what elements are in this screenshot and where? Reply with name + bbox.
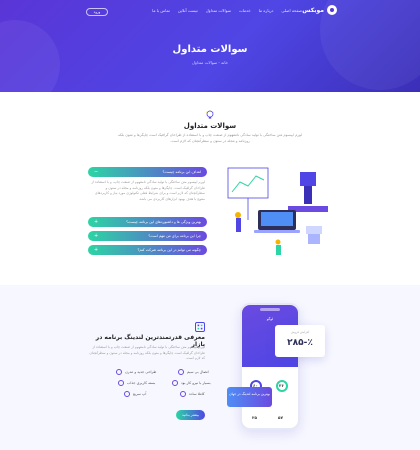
design-icon — [116, 369, 122, 375]
lightbulb-icon — [205, 110, 215, 119]
faq-question: چگونه می توانم در این برنامه شرکت کنم؟ — [137, 248, 201, 252]
faq-answer: لورم ایپسوم متن ساختگی با تولید سادگی نا… — [91, 180, 205, 201]
package-icon — [118, 380, 124, 386]
nav-link-contact[interactable]: تماس با ما — [152, 8, 170, 13]
navbar: موبکس صفحه اصلی درباره ما خدمات سوالات م… — [0, 5, 420, 19]
phone-mockup: لوگو ۶۰ ۳۶ ۲۵ ۵۷ — [240, 303, 300, 430]
minus-icon: − — [94, 169, 99, 175]
feature-section — [0, 285, 420, 450]
nav-menu: صفحه اصلی درباره ما خدمات سوالات متداول … — [152, 8, 302, 13]
nav-link-faq[interactable]: سوالات متداول — [206, 8, 231, 13]
faq-question: اهداف این برنامه چیست؟ — [162, 170, 201, 174]
plus-icon: + — [94, 233, 99, 239]
stat-value: ۲۸۵-٪ — [287, 338, 313, 348]
stat-value: ۲۵ — [252, 415, 257, 420]
learn-more-button[interactable]: بیشتر بدانید — [176, 410, 205, 420]
feature-item: آپ سریع — [124, 391, 146, 397]
promo-card: بهترین برنامه لندینگ در جهان — [227, 387, 272, 407]
faq-item-2[interactable]: بهترین ویژگی ها و داشبوردهای این برنامه … — [88, 217, 207, 227]
nav-link-home[interactable]: صفحه اصلی — [281, 8, 302, 13]
page-title: سوالات متداول — [172, 44, 248, 55]
hero-banner: موبکس صفحه اصلی درباره ما خدمات سوالات م… — [0, 0, 420, 92]
breadcrumb: خانه - سوالات متداول — [191, 60, 229, 65]
ring-value: ۳۶ — [279, 383, 284, 388]
faq-title: سوالات متداول — [183, 122, 237, 130]
feature-item: طراحی جدید و مدرن — [116, 369, 156, 375]
check-icon — [180, 391, 186, 397]
feature-item: بسیار با نیرو کار بود — [172, 380, 211, 386]
faq-subtitle: لورم ایپسوم متن ساختگی با تولید سادگی نا… — [118, 133, 302, 143]
faq-item-4[interactable]: چگونه می توانم در این برنامه شرکت کنم؟ + — [88, 245, 207, 255]
plus-icon: + — [94, 247, 99, 253]
faq-item-1[interactable]: اهداف این برنامه چیست؟ − — [88, 167, 207, 177]
phone-title: لوگو — [266, 317, 274, 321]
faq-item-3[interactable]: چرا این برنامه برای من مهم است؟ + — [88, 231, 207, 241]
nav-link-test[interactable]: تیست آنلاین — [178, 8, 198, 13]
power-icon — [172, 380, 178, 386]
nav-link-services[interactable]: خدمات — [239, 8, 251, 13]
login-button[interactable]: ورود — [86, 8, 108, 16]
plus-icon: + — [94, 219, 99, 225]
feature-item: کاملا ساده — [180, 391, 205, 397]
feature-item: بسته کاربری جذاب — [118, 380, 155, 386]
wifi-icon — [178, 369, 184, 375]
nav-link-about[interactable]: درباره ما — [259, 8, 274, 13]
stat-card: افزایش فروش ۲۸۵-٪ — [275, 325, 325, 357]
app-icon — [195, 322, 205, 332]
faq-illustration — [227, 167, 328, 255]
stat-value: ۵۷ — [278, 415, 283, 420]
logo-icon — [327, 5, 337, 15]
feature-subtitle: لورم ایپسوم متن ساختگی با تولید سادگی نا… — [89, 345, 205, 360]
feature-item: اتصال بی سیم — [178, 369, 209, 375]
stat-label: افزایش فروش — [290, 330, 310, 334]
bolt-icon — [124, 391, 130, 397]
faq-question: چرا این برنامه برای من مهم است؟ — [148, 234, 201, 238]
brand-name: موبکس — [302, 6, 324, 14]
decor-circle — [0, 20, 60, 92]
faq-question: بهترین ویژگی ها و داشبوردهای این برنامه … — [126, 220, 201, 224]
brand-logo[interactable]: موبکس — [302, 5, 337, 15]
